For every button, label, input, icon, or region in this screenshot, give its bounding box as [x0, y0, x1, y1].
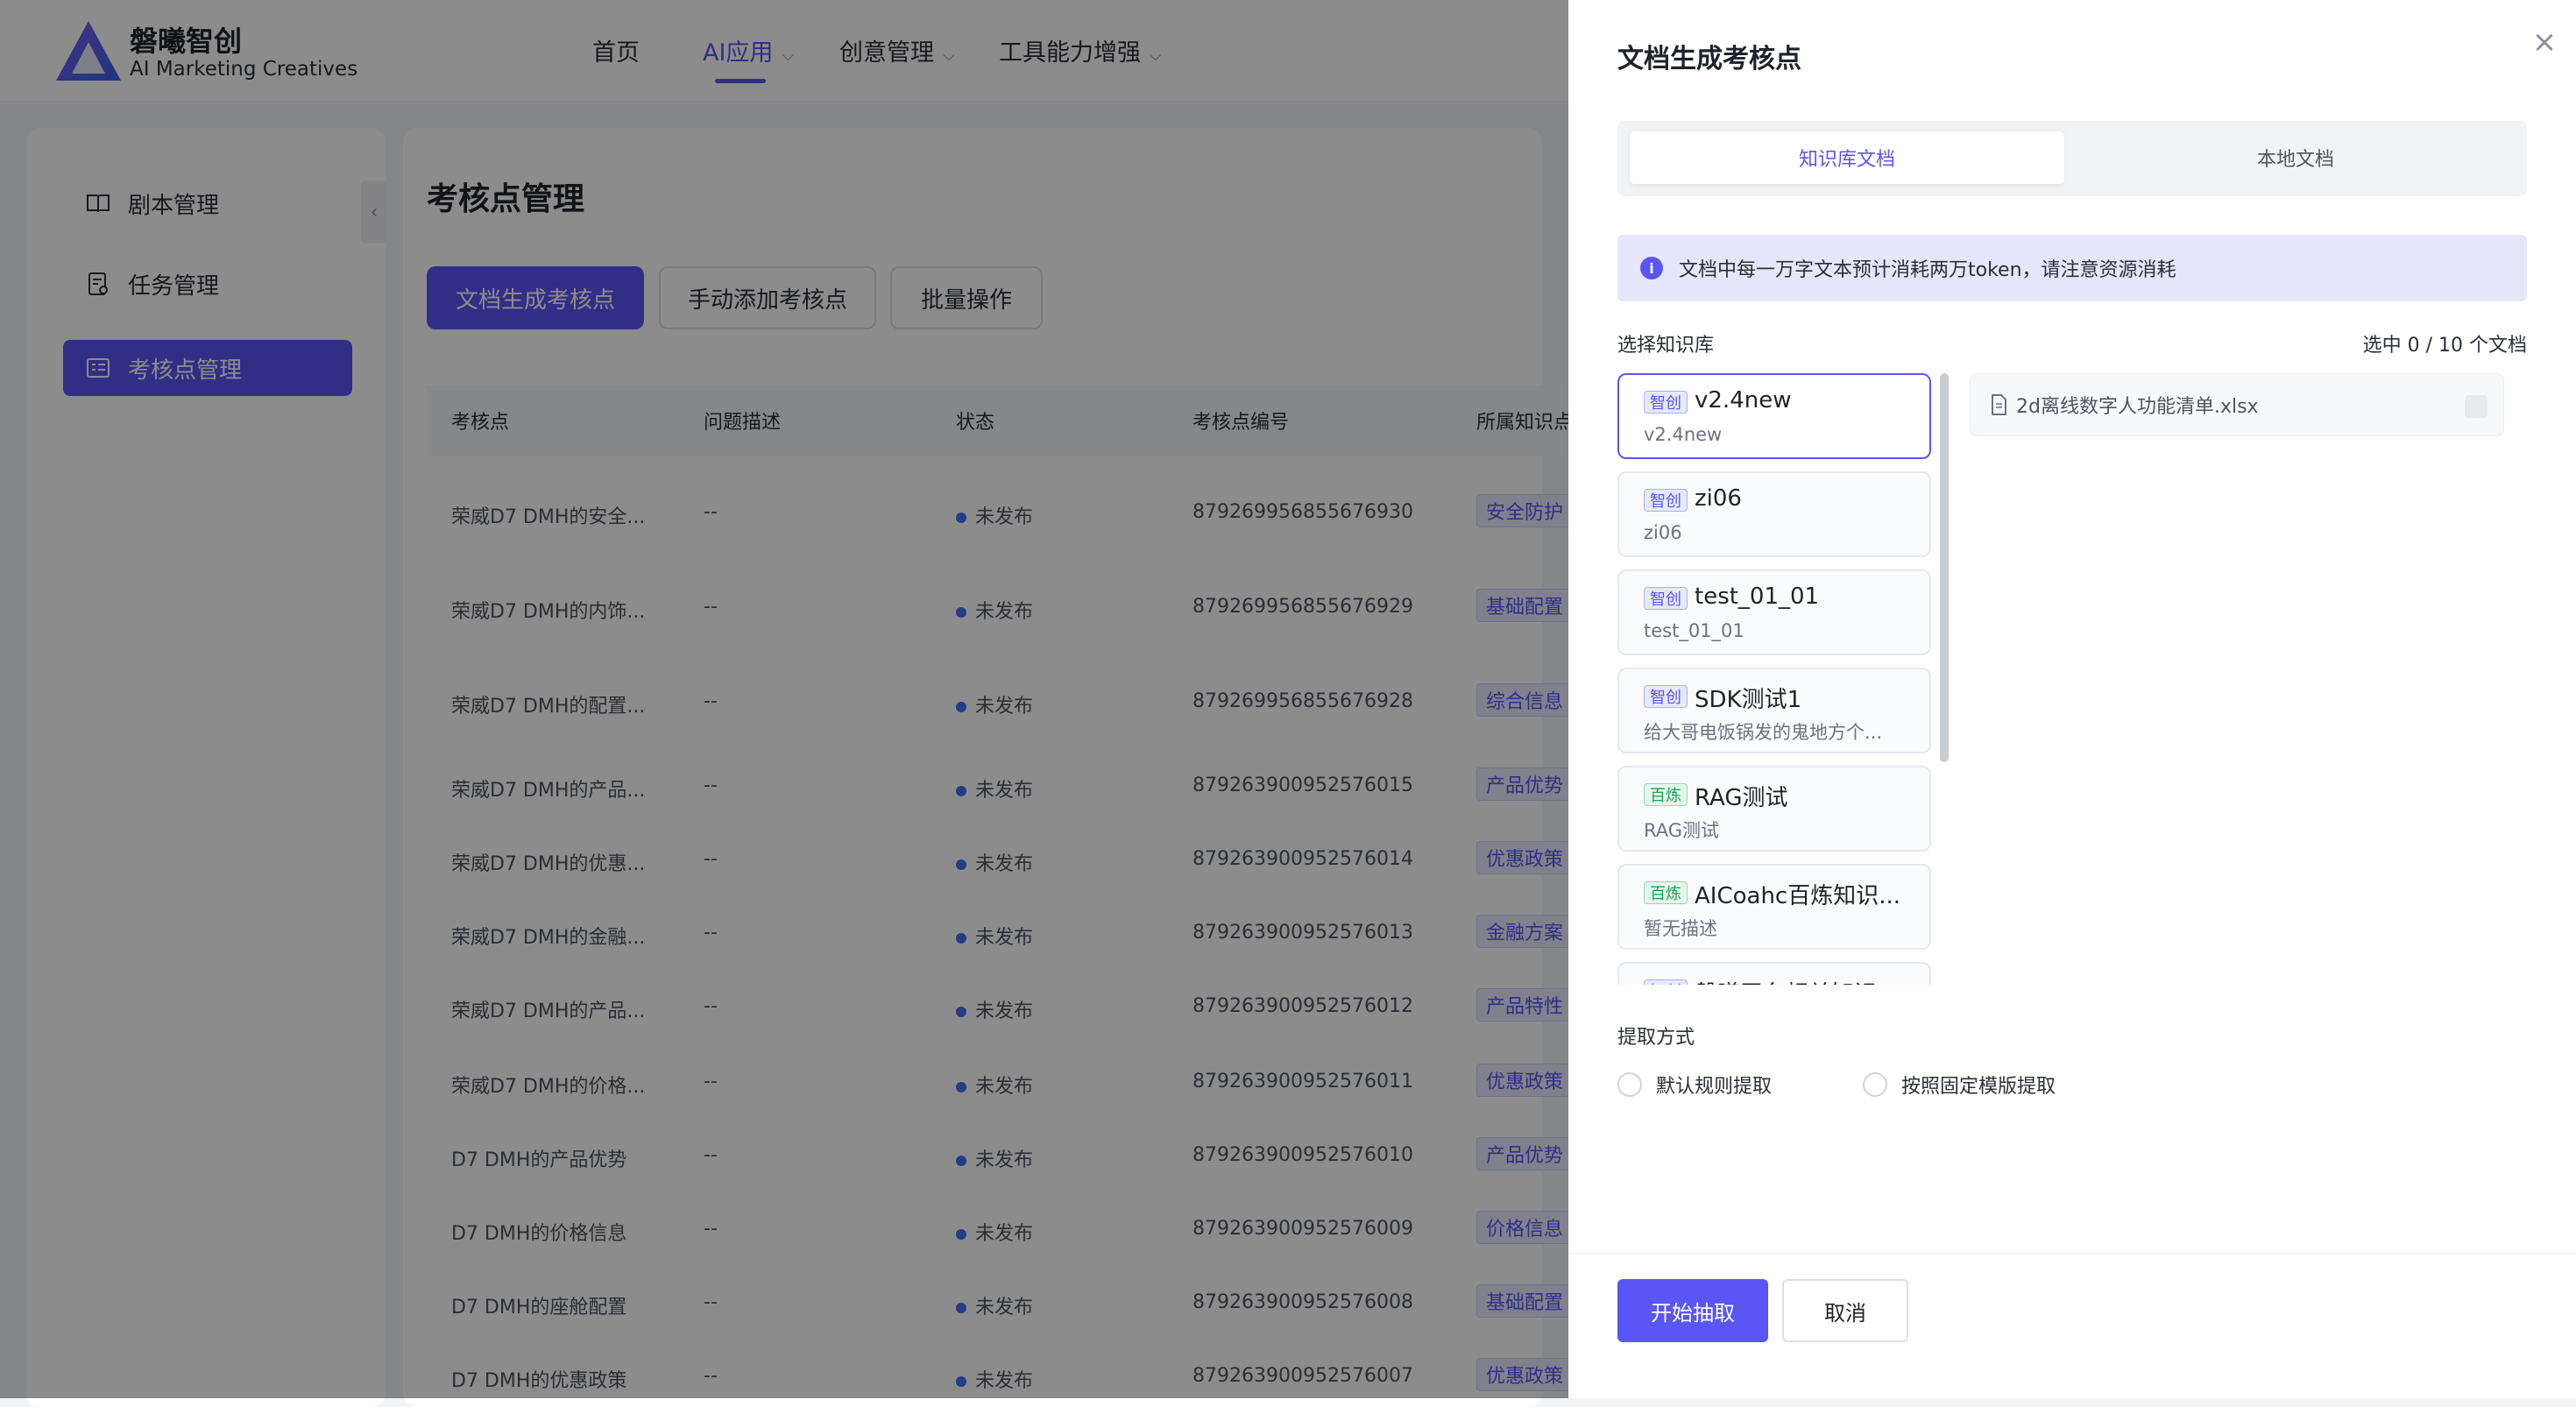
- document-name: 2d离线数字人功能清单.xlsx: [2016, 396, 2259, 418]
- select-kb-label: 选择知识库: [1617, 335, 1715, 357]
- radio-circle: [1617, 1072, 1642, 1097]
- drawer-title: 文档生成考核点: [1617, 44, 1801, 74]
- kb-source-badge: 百炼: [1644, 783, 1688, 806]
- kb-source-badge: 智创: [1644, 489, 1688, 512]
- kb-card[interactable]: 智创 磐曦平台相关知识: [1617, 962, 1931, 985]
- kb-name: SDK测试1: [1695, 687, 1802, 713]
- kb-card[interactable]: 百炼 AICoahc百炼知识... 暂无描述: [1617, 864, 1931, 950]
- kb-description: 给大哥电饭锅发的鬼地方个...: [1644, 722, 1883, 743]
- radio-default-rule[interactable]: 默认规则提取: [1617, 1071, 1772, 1099]
- kb-source-badge: 智创: [1644, 391, 1688, 414]
- info-icon: i: [1640, 257, 1663, 279]
- kb-card[interactable]: 智创 SDK测试1 给大哥电饭锅发的鬼地方个...: [1617, 668, 1931, 753]
- selected-count: 选中 0 / 10 个文档: [2362, 335, 2527, 357]
- knowledge-base-list: 智创 v2.4new v2.4new 智创 zi06 zi06 智创 test_01_01 te…: [1617, 373, 1933, 985]
- kb-name: RAG测试: [1695, 785, 1788, 811]
- radio-fixed-template[interactable]: 按照固定模版提取: [1863, 1071, 2056, 1099]
- close-icon[interactable]: ×: [2529, 26, 2560, 58]
- file-icon: [1992, 394, 2006, 415]
- kb-source-badge: 百炼: [1644, 881, 1688, 904]
- radio-circle: [1863, 1072, 1887, 1097]
- tab-local-documents[interactable]: 本地文档: [2077, 131, 2515, 184]
- kb-card[interactable]: 百炼 RAG测试 RAG测试: [1617, 766, 1931, 852]
- kb-source-badge: 智创: [1644, 587, 1688, 610]
- modal-overlay[interactable]: [0, 0, 1568, 1398]
- source-tabs: 知识库文档 本地文档: [1617, 121, 2527, 196]
- kb-card[interactable]: 智创 v2.4new v2.4new: [1617, 373, 1931, 459]
- kb-name: zi06: [1695, 485, 1742, 512]
- radio-label: 默认规则提取: [1656, 1076, 1773, 1098]
- start-extract-button[interactable]: 开始抽取: [1617, 1279, 1768, 1342]
- kb-description: test_01_01: [1644, 620, 1744, 641]
- extract-method-label: 提取方式: [1617, 1027, 1695, 1049]
- kb-name: v2.4new: [1695, 387, 1792, 414]
- notice-text: 文档中每一万字文本预计消耗两万token，请注意资源消耗: [1679, 259, 2176, 281]
- tab-knowledge-base-documents[interactable]: 知识库文档: [1630, 131, 2064, 184]
- document-checkbox[interactable]: [2465, 395, 2488, 418]
- kb-card[interactable]: 智创 test_01_01 test_01_01: [1617, 569, 1931, 655]
- kb-list-scrollbar[interactable]: [1940, 373, 1949, 762]
- kb-source-badge: 智创: [1644, 979, 1688, 985]
- kb-description: v2.4new: [1644, 424, 1723, 445]
- kb-card[interactable]: 智创 zi06 zi06: [1617, 471, 1931, 557]
- document-item[interactable]: 2d离线数字人功能清单.xlsx: [1970, 373, 2504, 436]
- kb-description: zi06: [1644, 522, 1682, 543]
- kb-name: 磐曦平台相关知识: [1695, 976, 1922, 985]
- kb-description: RAG测试: [1644, 820, 1720, 841]
- generate-drawer: 文档生成考核点 × 知识库文档 本地文档 i 文档中每一万字文本预计消耗两万to…: [1568, 0, 2576, 1398]
- kb-source-badge: 智创: [1644, 685, 1688, 708]
- kb-description: 暂无描述: [1644, 918, 1717, 939]
- kb-name: test_01_01: [1695, 583, 1820, 610]
- cancel-button[interactable]: 取消: [1782, 1279, 1908, 1342]
- radio-label: 按照固定模版提取: [1901, 1076, 2056, 1098]
- token-notice: i 文档中每一万字文本预计消耗两万token，请注意资源消耗: [1617, 235, 2527, 301]
- kb-name: AICoahc百炼知识...: [1695, 883, 1901, 909]
